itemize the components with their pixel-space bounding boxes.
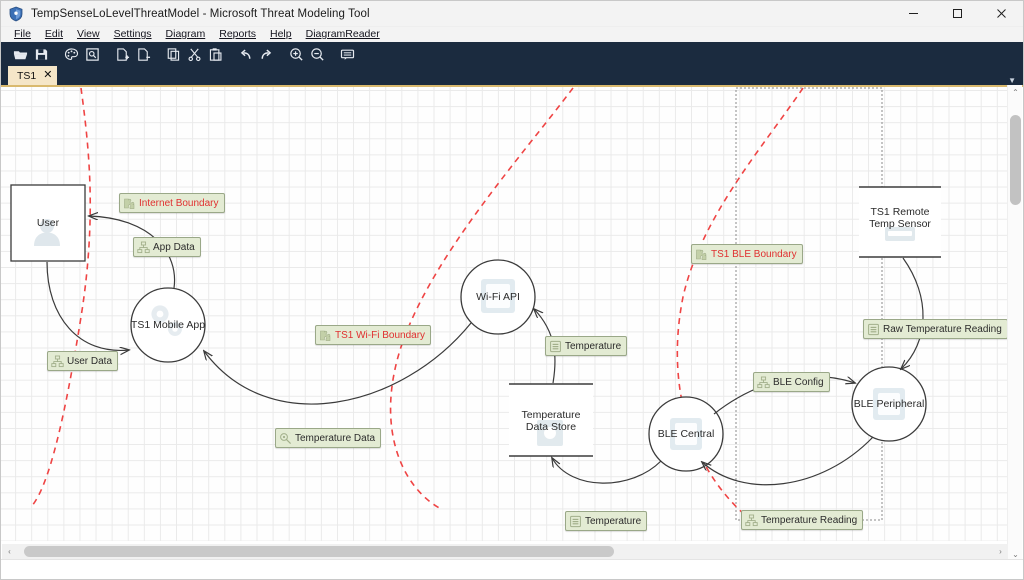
menu-file[interactable]: File [7,27,38,42]
tab-ts1-close-icon[interactable]: ✕ [43,70,52,81]
title-bar: TempSenseLoLevelThreatModel - Microsoft … [1,1,1023,27]
dataflow-icon [745,514,758,527]
menu-help-label: Help [270,28,292,40]
redo-icon[interactable] [256,43,277,65]
chip-temperature-reading-label: Temperature Reading [761,515,857,526]
chip-ble-config[interactable]: BLE Config [753,372,830,392]
generic-dataflow-icon [867,323,880,336]
chip-wifi-boundary-label: TS1 Wi-Fi Boundary [335,330,425,341]
minimize-button[interactable] [891,1,935,27]
undo-icon[interactable] [235,43,256,65]
open-icon[interactable] [10,43,31,65]
menu-settings-label: Settings [114,28,152,40]
flow-user-data-arrow[interactable] [47,262,129,350]
vertical-scrollbar-thumb[interactable] [1010,115,1021,205]
menu-reports-label: Reports [219,28,256,40]
scroll-up-button[interactable]: ⌃ [1008,85,1023,100]
menu-edit[interactable]: Edit [38,27,70,42]
close-button[interactable] [979,1,1023,27]
menu-help[interactable]: Help [263,27,299,42]
chip-temperature-data[interactable]: Temperature Data [275,428,381,448]
chip-raw-temp-reading-label: Raw Temperature Reading [883,324,1002,335]
paste-icon[interactable] [205,43,226,65]
chip-app-data[interactable]: App Data [133,237,201,257]
scroll-left-button[interactable]: ‹ [2,544,17,559]
threat-modeling-tool-window: TempSenseLoLevelThreatModel - Microsoft … [0,0,1024,580]
palette-icon[interactable] [61,43,82,65]
diagram-canvas[interactable]: User TS1 Mobile App Wi-Fi API Temperatur… [1,87,1007,541]
boundary-icon [319,329,332,342]
maximize-button[interactable] [935,1,979,27]
diagram-canvas-area[interactable]: User TS1 Mobile App Wi-Fi API Temperatur… [1,85,1023,579]
chip-temperature-reading[interactable]: Temperature Reading [741,510,863,530]
remove-diagram-icon[interactable] [133,43,154,65]
chip-wifi-boundary[interactable]: TS1 Wi-Fi Boundary [315,325,431,345]
chip-ble-boundary-label: TS1 BLE Boundary [711,249,797,260]
node-mobile-app-shape[interactable] [131,288,205,362]
generic-dataflow-icon [569,515,582,528]
cut-icon[interactable] [184,43,205,65]
horizontal-scrollbar-thumb[interactable] [24,546,614,557]
notes-icon[interactable] [337,43,358,65]
tab-overflow-chevron-down-icon[interactable]: ▼ [1008,76,1016,85]
tab-strip: TS1 ✕ ▼ [1,66,1023,85]
menu-view-label: View [77,28,100,40]
menu-view[interactable]: View [70,27,107,42]
horizontal-scrollbar[interactable]: ‹ › [2,544,1008,559]
boundary-icon [695,248,708,261]
report-icon[interactable] [82,43,103,65]
internet-boundary-line[interactable] [31,88,90,507]
window-title: TempSenseLoLevelThreatModel - Microsoft … [31,8,370,20]
chip-user-data-label: User Data [67,356,112,367]
shield-icon [8,6,24,22]
dataflow-icon [51,355,64,368]
tab-ts1-label: TS1 [17,70,36,82]
ble-selection-rectangle[interactable] [736,88,882,520]
add-diagram-icon[interactable] [112,43,133,65]
database-icon [537,420,563,446]
dataflow-icon [137,241,150,254]
menu-diagram[interactable]: Diagram [159,27,213,42]
menu-diagramreader-label: DiagramReader [306,28,380,40]
flow-temperature-reading-arrow[interactable] [702,437,873,485]
chip-app-data-label: App Data [153,242,195,253]
chip-temperature-store-label: Temperature [585,516,641,527]
chip-temperature-wifi[interactable]: Temperature [545,336,627,356]
diagram-graphics [1,87,1007,541]
flow-temperature-store-arrow[interactable] [552,458,661,483]
chip-internet-boundary[interactable]: Internet Boundary [119,193,225,213]
vertical-scrollbar[interactable]: ⌃ ⌄ [1007,85,1022,562]
chip-raw-temp-reading[interactable]: Raw Temperature Reading [863,319,1007,339]
menu-edit-label: Edit [45,28,63,40]
chip-temperature-store[interactable]: Temperature [565,511,647,531]
generic-dataflow-icon [549,340,562,353]
sensor-device-icon [885,227,915,241]
zoom-in-icon[interactable] [286,43,307,65]
chip-temperature-wifi-label: Temperature [565,341,621,352]
window-controls [891,1,1023,27]
menu-diagramreader[interactable]: DiagramReader [299,27,387,42]
menu-reports[interactable]: Reports [212,27,263,42]
chip-ble-boundary[interactable]: TS1 BLE Boundary [691,244,803,264]
https-dataflow-icon [279,432,292,445]
chip-ble-config-label: BLE Config [773,377,824,388]
zoom-out-icon[interactable] [307,43,328,65]
tab-ts1[interactable]: TS1 ✕ [8,66,57,85]
menu-diagram-label: Diagram [166,28,206,40]
copy-icon[interactable] [163,43,184,65]
chip-user-data[interactable]: User Data [47,351,118,371]
chip-internet-boundary-label: Internet Boundary [139,198,219,209]
chip-temperature-data-label: Temperature Data [295,433,375,444]
scroll-right-button[interactable]: › [993,544,1008,559]
dataflow-icon [757,376,770,389]
status-bar [1,559,1023,579]
node-remote-sensor-shape[interactable] [859,187,941,257]
menu-bar: File Edit View Settings Diagram Reports … [1,27,1023,42]
save-icon[interactable] [31,43,52,65]
flow-raw-temp-reading-arrow[interactable] [901,258,923,369]
menu-file-label: File [14,28,31,40]
toolbar [1,42,1023,66]
boundary-icon [123,197,136,210]
menu-settings[interactable]: Settings [107,27,159,42]
